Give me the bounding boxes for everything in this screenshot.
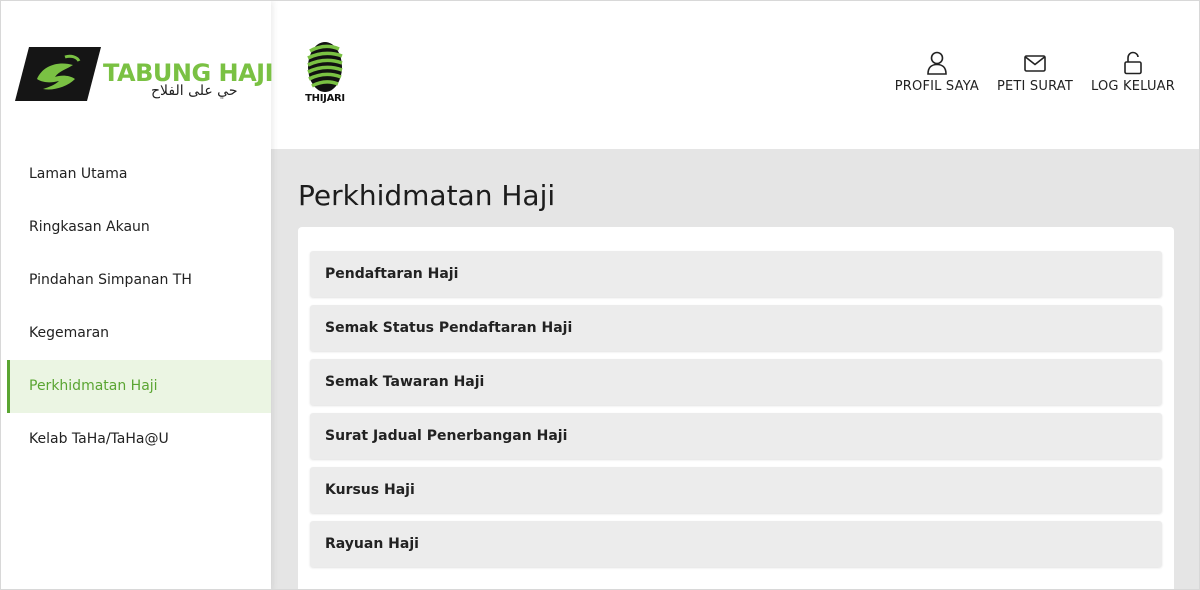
mail-link[interactable]: PETI SURAT [997,51,1073,94]
logout-label: LOG KELUAR [1091,79,1175,94]
user-icon [927,51,947,75]
sidebar: TABUNG HAJI حي على الفلاح Laman Utama Ri… [1,1,274,589]
sidebar-item-pindahan-simpanan[interactable]: Pindahan Simpanan TH [7,254,271,307]
service-semak-status-pendaftaran[interactable]: Semak Status Pendaftaran Haji [310,305,1162,351]
logout-link[interactable]: LOG KELUAR [1091,51,1175,94]
page-title: Perkhidmatan Haji [298,179,556,212]
thijari-logo[interactable]: THIJARI [297,41,353,111]
sidebar-item-kelab-taha[interactable]: Kelab TaHa/TaHa@U [7,413,271,466]
brand-tagline: حي على الفلاح [151,83,238,99]
thijari-text: THIJARI [305,93,345,104]
mail-label: PETI SURAT [996,79,1073,94]
service-kursus-haji[interactable]: Kursus Haji [310,467,1162,513]
service-rayuan-haji[interactable]: Rayuan Haji [310,521,1162,567]
unlock-icon [1124,51,1142,75]
top-header: THIJARI PROFIL SAYA PETI SURAT LOG KELUA… [271,1,1199,149]
main-content: Perkhidmatan Haji Pendaftaran Haji Semak… [271,149,1199,589]
sidebar-item-kegemaran[interactable]: Kegemaran [7,307,271,360]
service-pendaftaran-haji[interactable]: Pendaftaran Haji [310,251,1162,297]
service-semak-tawaran-haji[interactable]: Semak Tawaran Haji [310,359,1162,405]
sidebar-nav: Laman Utama Ringkasan Akaun Pindahan Sim… [7,148,271,466]
thijari-mark-icon [307,42,343,92]
profile-label: PROFIL SAYA [894,79,979,94]
sidebar-item-laman-utama[interactable]: Laman Utama [7,148,271,201]
sidebar-item-ringkasan-akaun[interactable]: Ringkasan Akaun [7,201,271,254]
header-actions: PROFIL SAYA PETI SURAT LOG KELUAR [895,51,1175,94]
tabung-haji-logo[interactable]: TABUNG HAJI حي على الفلاح [15,45,274,105]
services-card: Pendaftaran Haji Semak Status Pendaftara… [298,227,1174,589]
app-window: TABUNG HAJI حي على الفلاح Laman Utama Ri… [0,0,1200,590]
profile-link[interactable]: PROFIL SAYA [895,51,979,94]
envelope-icon [1024,55,1046,72]
tabung-haji-mark-icon [15,47,101,101]
service-surat-jadual-penerbangan[interactable]: Surat Jadual Penerbangan Haji [310,413,1162,459]
sidebar-item-perkhidmatan-haji[interactable]: Perkhidmatan Haji [7,360,271,413]
